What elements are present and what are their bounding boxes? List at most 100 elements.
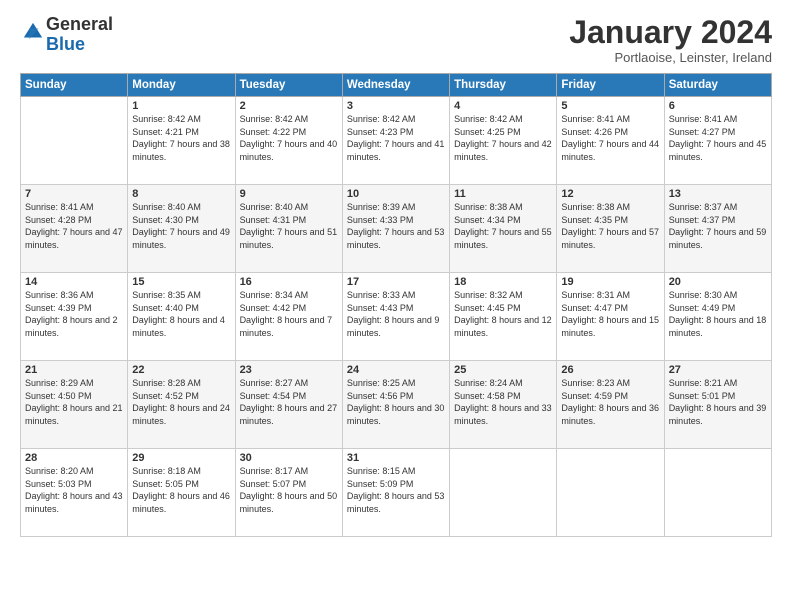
day-info: Sunrise: 8:41 AMSunset: 4:26 PMDaylight:… [561,113,659,163]
day-cell: 5Sunrise: 8:41 AMSunset: 4:26 PMDaylight… [557,97,664,185]
day-info: Sunrise: 8:24 AMSunset: 4:58 PMDaylight:… [454,377,552,427]
day-number: 28 [25,452,123,464]
day-cell: 20Sunrise: 8:30 AMSunset: 4:49 PMDayligh… [664,273,771,361]
day-info: Sunrise: 8:42 AMSunset: 4:21 PMDaylight:… [132,113,230,163]
title-area: January 2024 Portlaoise, Leinster, Irela… [569,15,772,65]
day-cell: 9Sunrise: 8:40 AMSunset: 4:31 PMDaylight… [235,185,342,273]
day-number: 4 [454,100,552,112]
day-cell: 27Sunrise: 8:21 AMSunset: 5:01 PMDayligh… [664,361,771,449]
day-cell: 8Sunrise: 8:40 AMSunset: 4:30 PMDaylight… [128,185,235,273]
col-saturday: Saturday [664,74,771,97]
header-row: Sunday Monday Tuesday Wednesday Thursday… [21,74,772,97]
day-info: Sunrise: 8:21 AMSunset: 5:01 PMDaylight:… [669,377,767,427]
day-cell [450,449,557,537]
day-cell: 31Sunrise: 8:15 AMSunset: 5:09 PMDayligh… [342,449,449,537]
day-cell [557,449,664,537]
day-number: 21 [25,364,123,376]
col-thursday: Thursday [450,74,557,97]
day-number: 19 [561,276,659,288]
day-info: Sunrise: 8:41 AMSunset: 4:27 PMDaylight:… [669,113,767,163]
day-number: 29 [132,452,230,464]
day-info: Sunrise: 8:20 AMSunset: 5:03 PMDaylight:… [25,465,123,515]
week-row-2: 14Sunrise: 8:36 AMSunset: 4:39 PMDayligh… [21,273,772,361]
day-cell: 23Sunrise: 8:27 AMSunset: 4:54 PMDayligh… [235,361,342,449]
logo: General Blue [20,15,113,55]
day-cell: 30Sunrise: 8:17 AMSunset: 5:07 PMDayligh… [235,449,342,537]
day-number: 13 [669,188,767,200]
col-friday: Friday [557,74,664,97]
day-cell: 10Sunrise: 8:39 AMSunset: 4:33 PMDayligh… [342,185,449,273]
day-cell [664,449,771,537]
day-number: 31 [347,452,445,464]
day-cell: 1Sunrise: 8:42 AMSunset: 4:21 PMDaylight… [128,97,235,185]
day-info: Sunrise: 8:32 AMSunset: 4:45 PMDaylight:… [454,289,552,339]
header: General Blue January 2024 Portlaoise, Le… [20,15,772,65]
week-row-0: 1Sunrise: 8:42 AMSunset: 4:21 PMDaylight… [21,97,772,185]
day-info: Sunrise: 8:23 AMSunset: 4:59 PMDaylight:… [561,377,659,427]
day-info: Sunrise: 8:18 AMSunset: 5:05 PMDaylight:… [132,465,230,515]
week-row-3: 21Sunrise: 8:29 AMSunset: 4:50 PMDayligh… [21,361,772,449]
day-number: 5 [561,100,659,112]
day-info: Sunrise: 8:25 AMSunset: 4:56 PMDaylight:… [347,377,445,427]
day-number: 3 [347,100,445,112]
day-info: Sunrise: 8:34 AMSunset: 4:42 PMDaylight:… [240,289,338,339]
page: General Blue January 2024 Portlaoise, Le… [0,0,792,612]
day-info: Sunrise: 8:28 AMSunset: 4:52 PMDaylight:… [132,377,230,427]
day-cell: 7Sunrise: 8:41 AMSunset: 4:28 PMDaylight… [21,185,128,273]
day-cell: 2Sunrise: 8:42 AMSunset: 4:22 PMDaylight… [235,97,342,185]
day-info: Sunrise: 8:33 AMSunset: 4:43 PMDaylight:… [347,289,445,339]
day-cell: 21Sunrise: 8:29 AMSunset: 4:50 PMDayligh… [21,361,128,449]
day-number: 8 [132,188,230,200]
col-monday: Monday [128,74,235,97]
day-info: Sunrise: 8:35 AMSunset: 4:40 PMDaylight:… [132,289,230,339]
day-number: 24 [347,364,445,376]
day-number: 22 [132,364,230,376]
day-info: Sunrise: 8:42 AMSunset: 4:25 PMDaylight:… [454,113,552,163]
day-info: Sunrise: 8:29 AMSunset: 4:50 PMDaylight:… [25,377,123,427]
day-number: 6 [669,100,767,112]
day-number: 15 [132,276,230,288]
day-cell [21,97,128,185]
day-number: 9 [240,188,338,200]
day-info: Sunrise: 8:37 AMSunset: 4:37 PMDaylight:… [669,201,767,251]
day-cell: 13Sunrise: 8:37 AMSunset: 4:37 PMDayligh… [664,185,771,273]
day-number: 16 [240,276,338,288]
day-info: Sunrise: 8:17 AMSunset: 5:07 PMDaylight:… [240,465,338,515]
day-number: 11 [454,188,552,200]
logo-blue-text: Blue [46,34,85,54]
day-cell: 4Sunrise: 8:42 AMSunset: 4:25 PMDaylight… [450,97,557,185]
day-cell: 3Sunrise: 8:42 AMSunset: 4:23 PMDaylight… [342,97,449,185]
day-number: 27 [669,364,767,376]
day-cell: 19Sunrise: 8:31 AMSunset: 4:47 PMDayligh… [557,273,664,361]
day-info: Sunrise: 8:42 AMSunset: 4:23 PMDaylight:… [347,113,445,163]
day-info: Sunrise: 8:40 AMSunset: 4:30 PMDaylight:… [132,201,230,251]
day-info: Sunrise: 8:30 AMSunset: 4:49 PMDaylight:… [669,289,767,339]
day-info: Sunrise: 8:41 AMSunset: 4:28 PMDaylight:… [25,201,123,251]
col-tuesday: Tuesday [235,74,342,97]
week-row-4: 28Sunrise: 8:20 AMSunset: 5:03 PMDayligh… [21,449,772,537]
location: Portlaoise, Leinster, Ireland [569,50,772,65]
logo-general-text: General [46,14,113,34]
day-cell: 24Sunrise: 8:25 AMSunset: 4:56 PMDayligh… [342,361,449,449]
day-cell: 12Sunrise: 8:38 AMSunset: 4:35 PMDayligh… [557,185,664,273]
day-cell: 28Sunrise: 8:20 AMSunset: 5:03 PMDayligh… [21,449,128,537]
day-number: 30 [240,452,338,464]
col-wednesday: Wednesday [342,74,449,97]
day-cell: 18Sunrise: 8:32 AMSunset: 4:45 PMDayligh… [450,273,557,361]
day-cell: 29Sunrise: 8:18 AMSunset: 5:05 PMDayligh… [128,449,235,537]
day-number: 7 [25,188,123,200]
day-cell: 25Sunrise: 8:24 AMSunset: 4:58 PMDayligh… [450,361,557,449]
day-cell: 15Sunrise: 8:35 AMSunset: 4:40 PMDayligh… [128,273,235,361]
day-cell: 14Sunrise: 8:36 AMSunset: 4:39 PMDayligh… [21,273,128,361]
day-info: Sunrise: 8:40 AMSunset: 4:31 PMDaylight:… [240,201,338,251]
day-cell: 26Sunrise: 8:23 AMSunset: 4:59 PMDayligh… [557,361,664,449]
day-number: 2 [240,100,338,112]
day-number: 18 [454,276,552,288]
day-number: 14 [25,276,123,288]
col-sunday: Sunday [21,74,128,97]
day-number: 23 [240,364,338,376]
day-cell: 17Sunrise: 8:33 AMSunset: 4:43 PMDayligh… [342,273,449,361]
day-number: 12 [561,188,659,200]
month-title: January 2024 [569,15,772,50]
day-number: 25 [454,364,552,376]
